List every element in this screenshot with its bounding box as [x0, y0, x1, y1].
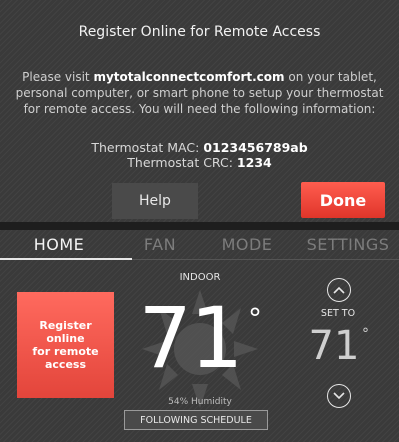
dialog-message-line-2: personal computer, or smart phone to set…: [15, 86, 384, 100]
mac-value: 0123456789ab: [203, 140, 308, 155]
setpoint-degree-symbol: °: [362, 326, 369, 342]
dialog-message-line-1: Please visit mytotalconnectcomfort.com o…: [0, 70, 399, 84]
indoor-label: INDOOR: [179, 272, 221, 283]
indoor-degree-symbol: °: [248, 302, 262, 335]
help-button[interactable]: Help: [112, 183, 198, 219]
website-link: mytotalconnectcomfort.com: [93, 70, 285, 84]
tab-mode[interactable]: MODE: [214, 234, 280, 256]
chevron-down-icon: [333, 392, 345, 400]
set-to-label: SET TO: [320, 308, 356, 319]
dialog-title: Register Online for Remote Access: [78, 24, 321, 40]
register-online-label: Register online for remote access: [32, 319, 99, 371]
panel-separator: [0, 222, 399, 230]
setpoint-temperature: 71: [308, 323, 360, 369]
tab-divider: [132, 259, 399, 260]
thermostat-mac: Thermostat MAC: 0123456789ab: [0, 140, 399, 155]
chevron-up-icon: [333, 286, 345, 294]
indoor-temperature: 71: [138, 289, 244, 387]
humidity-readout: 54% Humidity: [168, 397, 232, 407]
tab-fan[interactable]: FAN: [132, 234, 188, 256]
thermostat-home-screen: HOME FAN MODE SETTINGS Register online f…: [0, 230, 399, 442]
crc-label: Thermostat CRC:: [127, 155, 237, 170]
dialog-message-line-3: for remote access. You will need the fol…: [23, 102, 376, 116]
done-button[interactable]: Done: [301, 182, 385, 218]
temperature-down-button[interactable]: [327, 384, 351, 408]
following-schedule-button[interactable]: FOLLOWING SCHEDULE: [124, 410, 268, 430]
crc-value: 1234: [236, 155, 272, 170]
dialog-message-suffix: on your tablet,: [284, 70, 377, 84]
remote-access-dialog: Register Online for Remote Access Please…: [0, 0, 399, 222]
tab-home[interactable]: HOME: [14, 234, 104, 256]
mac-label: Thermostat MAC:: [91, 140, 204, 155]
active-tab-indicator: [0, 258, 132, 260]
tab-bar: HOME FAN MODE SETTINGS: [0, 230, 399, 258]
tab-settings[interactable]: SETTINGS: [301, 234, 395, 256]
temperature-up-button[interactable]: [327, 278, 351, 302]
register-online-button[interactable]: Register online for remote access: [17, 292, 114, 398]
dialog-message-prefix: Please visit: [22, 70, 94, 84]
thermostat-crc: Thermostat CRC: 1234: [0, 155, 399, 170]
